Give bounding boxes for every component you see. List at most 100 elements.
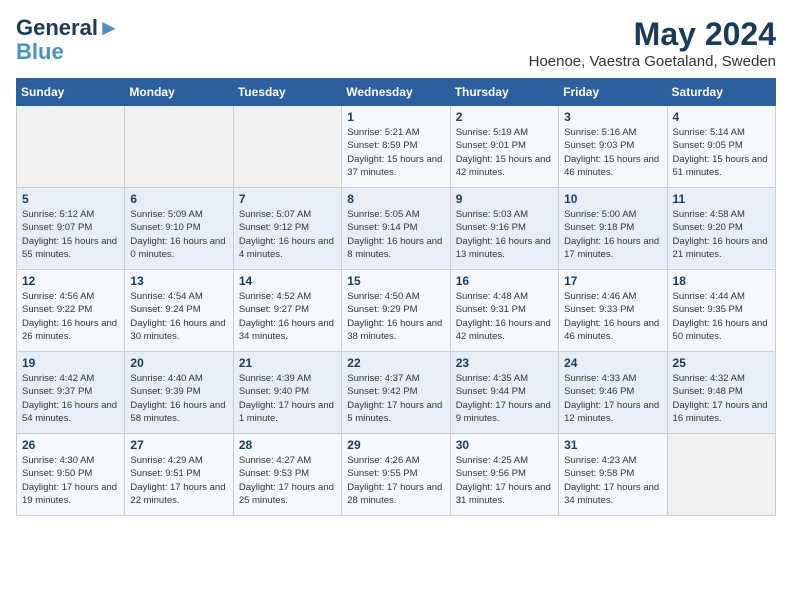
day-info: Sunrise: 4:56 AM Sunset: 9:22 PM Dayligh… bbox=[22, 290, 119, 343]
calendar-week-2: 5Sunrise: 5:12 AM Sunset: 9:07 PM Daylig… bbox=[17, 188, 776, 270]
weekday-header-monday: Monday bbox=[125, 79, 233, 106]
weekday-header-row: SundayMondayTuesdayWednesdayThursdayFrid… bbox=[17, 79, 776, 106]
day-info: Sunrise: 4:46 AM Sunset: 9:33 PM Dayligh… bbox=[564, 290, 661, 343]
calendar-cell: 12 Sunrise: 4:56 AM Sunset: 9:22 PM Dayli… bbox=[17, 270, 125, 352]
calendar-cell: 29 Sunrise: 4:26 AM Sunset: 9:55 PM Dayli… bbox=[342, 434, 450, 516]
day-number: 6 bbox=[130, 192, 227, 206]
day-info: Sunrise: 5:12 AM Sunset: 9:07 PM Dayligh… bbox=[22, 208, 119, 261]
day-number: 30 bbox=[456, 438, 553, 452]
calendar-cell bbox=[17, 106, 125, 188]
day-info: Sunrise: 5:19 AM Sunset: 9:01 PM Dayligh… bbox=[456, 126, 553, 179]
location: Hoenoe, Vaestra Goetaland, Sweden bbox=[529, 53, 776, 70]
calendar-cell: 15Sunrise: 4:50 AM Sunset: 9:29 PM Dayli… bbox=[342, 270, 450, 352]
calendar-cell bbox=[233, 106, 341, 188]
day-info: Sunrise: 4:50 AM Sunset: 9:29 PM Dayligh… bbox=[347, 290, 444, 343]
calendar-cell: 19 Sunrise: 4:42 AM Sunset: 9:37 PM Dayli… bbox=[17, 352, 125, 434]
calendar-table: SundayMondayTuesdayWednesdayThursdayFrid… bbox=[16, 78, 776, 516]
calendar-cell: 20 Sunrise: 4:40 AM Sunset: 9:39 PM Dayli… bbox=[125, 352, 233, 434]
calendar-cell: 22Sunrise: 4:37 AM Sunset: 9:42 PM Dayli… bbox=[342, 352, 450, 434]
calendar-cell: 25Sunrise: 4:32 AM Sunset: 9:48 PM Dayli… bbox=[667, 352, 775, 434]
day-info: Sunrise: 4:39 AM Sunset: 9:40 PM Dayligh… bbox=[239, 372, 336, 425]
title-block: May 2024 Hoenoe, Vaestra Goetaland, Swed… bbox=[529, 16, 776, 70]
weekday-header-sunday: Sunday bbox=[17, 79, 125, 106]
calendar-cell: 27Sunrise: 4:29 AM Sunset: 9:51 PM Dayli… bbox=[125, 434, 233, 516]
calendar-cell: 6 Sunrise: 5:09 AM Sunset: 9:10 PM Daylig… bbox=[125, 188, 233, 270]
calendar-cell: 9 Sunrise: 5:03 AM Sunset: 9:16 PM Daylig… bbox=[450, 188, 558, 270]
day-number: 7 bbox=[239, 192, 336, 206]
day-info: Sunrise: 4:27 AM Sunset: 9:53 PM Dayligh… bbox=[239, 454, 336, 507]
calendar-cell: 31 Sunrise: 4:23 AM Sunset: 9:58 PM Dayli… bbox=[559, 434, 667, 516]
day-number: 12 bbox=[22, 274, 119, 288]
day-number: 24 bbox=[564, 356, 661, 370]
calendar-cell: 2 Sunrise: 5:19 AM Sunset: 9:01 PM Daylig… bbox=[450, 106, 558, 188]
calendar-cell bbox=[667, 434, 775, 516]
day-number: 29 bbox=[347, 438, 444, 452]
calendar-cell: 13 Sunrise: 4:54 AM Sunset: 9:24 PM Dayli… bbox=[125, 270, 233, 352]
calendar-cell: 30 Sunrise: 4:25 AM Sunset: 9:56 PM Dayli… bbox=[450, 434, 558, 516]
day-info: Sunrise: 5:14 AM Sunset: 9:05 PM Dayligh… bbox=[673, 126, 770, 179]
day-info: Sunrise: 4:25 AM Sunset: 9:56 PM Dayligh… bbox=[456, 454, 553, 507]
day-info: Sunrise: 4:35 AM Sunset: 9:44 PM Dayligh… bbox=[456, 372, 553, 425]
weekday-header-wednesday: Wednesday bbox=[342, 79, 450, 106]
day-info: Sunrise: 4:23 AM Sunset: 9:58 PM Dayligh… bbox=[564, 454, 661, 507]
day-number: 26 bbox=[22, 438, 119, 452]
calendar-cell: 7Sunrise: 5:07 AM Sunset: 9:12 PM Daylig… bbox=[233, 188, 341, 270]
calendar-week-1: 1Sunrise: 5:21 AM Sunset: 8:59 PM Daylig… bbox=[17, 106, 776, 188]
day-info: Sunrise: 5:09 AM Sunset: 9:10 PM Dayligh… bbox=[130, 208, 227, 261]
day-number: 4 bbox=[673, 110, 770, 124]
calendar-week-3: 12 Sunrise: 4:56 AM Sunset: 9:22 PM Dayli… bbox=[17, 270, 776, 352]
day-number: 10 bbox=[564, 192, 661, 206]
day-number: 19 bbox=[22, 356, 119, 370]
day-info: Sunrise: 4:48 AM Sunset: 9:31 PM Dayligh… bbox=[456, 290, 553, 343]
calendar-cell: 10Sunrise: 5:00 AM Sunset: 9:18 PM Dayli… bbox=[559, 188, 667, 270]
day-number: 9 bbox=[456, 192, 553, 206]
day-number: 2 bbox=[456, 110, 553, 124]
month-year: May 2024 bbox=[529, 16, 776, 53]
day-info: Sunrise: 4:54 AM Sunset: 9:24 PM Dayligh… bbox=[130, 290, 227, 343]
weekday-header-saturday: Saturday bbox=[667, 79, 775, 106]
calendar-cell: 26 Sunrise: 4:30 AM Sunset: 9:50 PM Dayli… bbox=[17, 434, 125, 516]
weekday-header-thursday: Thursday bbox=[450, 79, 558, 106]
calendar-cell: 4 Sunrise: 5:14 AM Sunset: 9:05 PM Daylig… bbox=[667, 106, 775, 188]
day-number: 23 bbox=[456, 356, 553, 370]
day-info: Sunrise: 4:40 AM Sunset: 9:39 PM Dayligh… bbox=[130, 372, 227, 425]
calendar-cell: 14 Sunrise: 4:52 AM Sunset: 9:27 PM Dayli… bbox=[233, 270, 341, 352]
day-number: 17 bbox=[564, 274, 661, 288]
calendar-cell: 3 Sunrise: 5:16 AM Sunset: 9:03 PM Daylig… bbox=[559, 106, 667, 188]
day-info: Sunrise: 4:52 AM Sunset: 9:27 PM Dayligh… bbox=[239, 290, 336, 343]
day-info: Sunrise: 4:42 AM Sunset: 9:37 PM Dayligh… bbox=[22, 372, 119, 425]
day-number: 11 bbox=[673, 192, 770, 206]
calendar-week-4: 19 Sunrise: 4:42 AM Sunset: 9:37 PM Dayli… bbox=[17, 352, 776, 434]
calendar-cell: 1Sunrise: 5:21 AM Sunset: 8:59 PM Daylig… bbox=[342, 106, 450, 188]
day-info: Sunrise: 5:16 AM Sunset: 9:03 PM Dayligh… bbox=[564, 126, 661, 179]
day-info: Sunrise: 5:03 AM Sunset: 9:16 PM Dayligh… bbox=[456, 208, 553, 261]
day-number: 21 bbox=[239, 356, 336, 370]
calendar-cell: 18Sunrise: 4:44 AM Sunset: 9:35 PM Dayli… bbox=[667, 270, 775, 352]
day-number: 22 bbox=[347, 356, 444, 370]
calendar-cell: 28 Sunrise: 4:27 AM Sunset: 9:53 PM Dayli… bbox=[233, 434, 341, 516]
calendar-cell: 5Sunrise: 5:12 AM Sunset: 9:07 PM Daylig… bbox=[17, 188, 125, 270]
calendar-week-5: 26 Sunrise: 4:30 AM Sunset: 9:50 PM Dayli… bbox=[17, 434, 776, 516]
page-header: General► Blue May 2024 Hoenoe, Vaestra G… bbox=[16, 16, 776, 70]
weekday-header-tuesday: Tuesday bbox=[233, 79, 341, 106]
day-number: 13 bbox=[130, 274, 227, 288]
day-number: 25 bbox=[673, 356, 770, 370]
day-number: 28 bbox=[239, 438, 336, 452]
calendar-cell: 11 Sunrise: 4:58 AM Sunset: 9:20 PM Dayli… bbox=[667, 188, 775, 270]
day-number: 16 bbox=[456, 274, 553, 288]
day-info: Sunrise: 5:05 AM Sunset: 9:14 PM Dayligh… bbox=[347, 208, 444, 261]
calendar-cell: 23 Sunrise: 4:35 AM Sunset: 9:44 PM Dayli… bbox=[450, 352, 558, 434]
day-number: 31 bbox=[564, 438, 661, 452]
day-info: Sunrise: 4:30 AM Sunset: 9:50 PM Dayligh… bbox=[22, 454, 119, 507]
day-number: 1 bbox=[347, 110, 444, 124]
day-number: 14 bbox=[239, 274, 336, 288]
calendar-cell: 21 Sunrise: 4:39 AM Sunset: 9:40 PM Dayli… bbox=[233, 352, 341, 434]
day-number: 18 bbox=[673, 274, 770, 288]
day-info: Sunrise: 4:58 AM Sunset: 9:20 PM Dayligh… bbox=[673, 208, 770, 261]
day-info: Sunrise: 4:26 AM Sunset: 9:55 PM Dayligh… bbox=[347, 454, 444, 507]
logo-text: General► bbox=[16, 16, 120, 40]
calendar-cell: 8Sunrise: 5:05 AM Sunset: 9:14 PM Daylig… bbox=[342, 188, 450, 270]
day-number: 20 bbox=[130, 356, 227, 370]
calendar-cell bbox=[125, 106, 233, 188]
day-number: 3 bbox=[564, 110, 661, 124]
